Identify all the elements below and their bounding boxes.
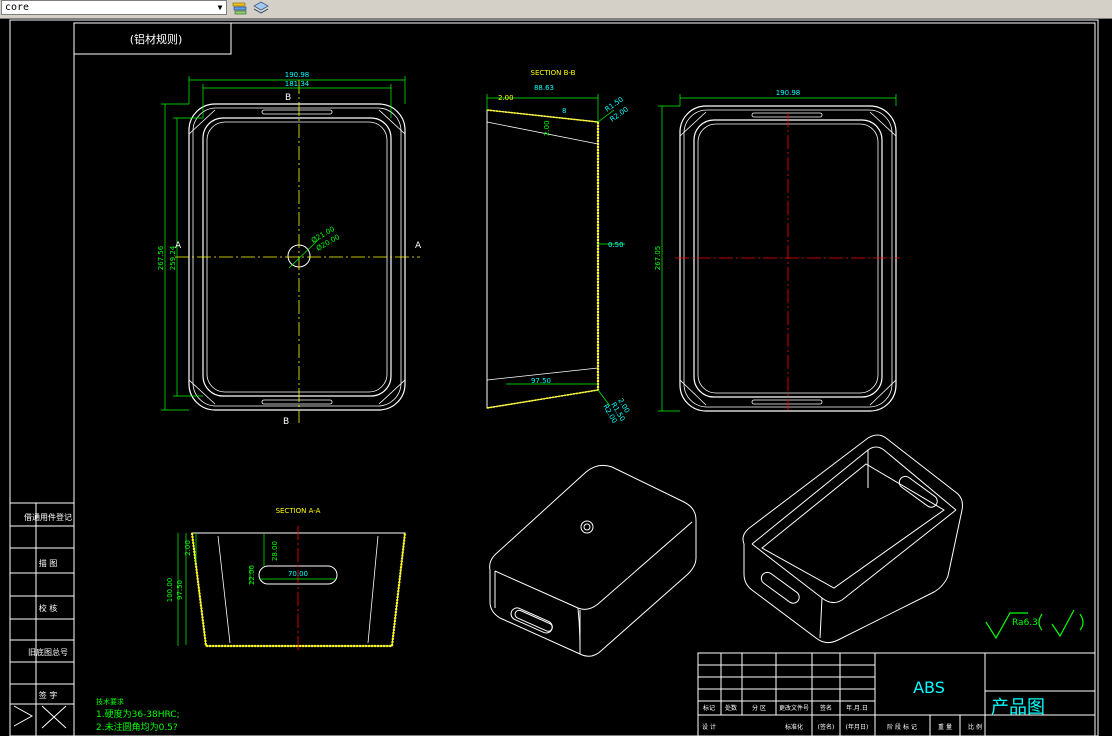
title-box-text: (铝材规则) — [130, 32, 183, 46]
drawing-name: 产品图 — [991, 697, 1045, 718]
section-bb-dimensions — [486, 94, 625, 407]
material-label: ABS — [913, 678, 945, 697]
dimension-label: 97.50 — [176, 580, 184, 600]
dimension-label: 2.00 — [498, 94, 514, 102]
section-bb — [486, 109, 600, 409]
isometric-view-bottom — [489, 464, 697, 657]
left-strip-label: 签 字 — [39, 690, 58, 700]
dimension-label: 88.63 — [534, 84, 554, 92]
dimension-label: 70.00 — [288, 570, 308, 578]
left-strip-label: 借通用件登记 — [24, 512, 72, 522]
layer-state-icon[interactable] — [231, 0, 249, 15]
dimension-label: 97.50 — [531, 377, 551, 385]
title-block-cell: 年.月.日 — [846, 704, 868, 712]
dimension-label: 28.00 — [271, 541, 279, 561]
section-bb-title: SECTION B-B — [531, 69, 576, 77]
isometric-view-top — [742, 434, 963, 644]
left-strip-label: 校 核 — [39, 603, 58, 613]
section-label: A — [175, 241, 182, 251]
outer-frame — [9, 19, 1099, 736]
left-strip-label: 旧底图总号 — [28, 647, 68, 657]
roughness-value: Ra6.3 — [1012, 618, 1038, 628]
title-block-cell: 更改文件号 — [779, 704, 809, 712]
dimension-label: 8 — [562, 107, 566, 115]
toolbar: core ▼ — [0, 0, 1112, 19]
dimension-label: 267.05 — [654, 246, 662, 271]
notes-line: 2.未注圆角均为0.5? — [96, 721, 178, 733]
layer-dropdown-value: core — [5, 2, 30, 13]
section-label: A — [415, 241, 422, 251]
title-block-cell: 重 量 — [938, 723, 952, 731]
title-block-cell: 标记 — [703, 704, 715, 712]
title-block-cell: (年月日) — [846, 723, 869, 731]
notes-line: 1.硬度为36-38HRC; — [96, 708, 180, 720]
top-view — [175, 80, 420, 423]
layer-dropdown[interactable]: core ▼ — [1, 0, 227, 15]
dimension-label: 181.34 — [285, 80, 310, 88]
dimension-label: 2.00 — [184, 540, 192, 556]
section-aa-dimensions — [177, 533, 337, 646]
dimension-label: 2.00 — [543, 120, 551, 136]
title-block-cell: 处数 — [725, 704, 737, 712]
notes-heading: 技术要求 — [96, 697, 124, 706]
layer-manager-icon[interactable] — [252, 0, 270, 15]
title-block-cell: 签名 — [820, 704, 832, 712]
chevron-down-icon[interactable]: ▼ — [215, 1, 225, 14]
title-block-cell: 标准化 — [785, 723, 803, 731]
title-block-cell: 比 例 — [968, 723, 982, 731]
dimension-label: 100.00 — [166, 578, 174, 603]
section-aa — [190, 526, 407, 650]
title-block-cell: 分 区 — [752, 704, 766, 712]
inner-frame — [73, 22, 1096, 736]
left-strip-label: 描 图 — [39, 558, 58, 568]
bottom-view — [675, 105, 900, 412]
section-label: B — [283, 417, 289, 427]
left-strip — [10, 502, 74, 736]
ucs-icon — [13, 705, 67, 729]
dimension-label: 22.00 — [248, 565, 256, 585]
dimension-label: 190.98 — [285, 71, 310, 79]
title-block-cell: 设 计 — [702, 723, 716, 731]
dimension-label: 0.50 — [608, 241, 624, 249]
dimension-label: 267.56 — [157, 245, 165, 270]
title-block-cell: (签名) — [818, 723, 835, 731]
dimension-label: 190.98 — [776, 89, 801, 97]
drawing-canvas[interactable]: (铝材规则) 借通用件登记 描 图 校 核 旧底图总号 签 字 190.98 1… — [0, 18, 1112, 736]
title-block-cell: 阶 段 标 记 — [887, 723, 917, 731]
section-aa-title: SECTION A-A — [276, 507, 321, 515]
section-label: B — [285, 93, 291, 103]
